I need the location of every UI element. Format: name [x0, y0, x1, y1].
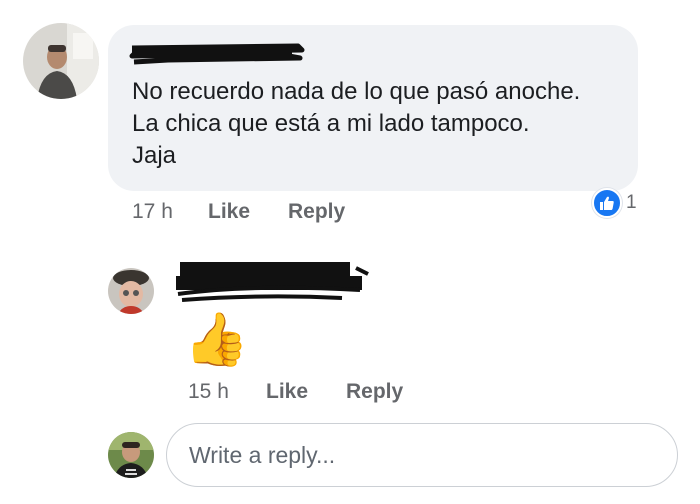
comment-line: La chica que está a mi lado tampoco.	[132, 110, 530, 137]
like-button[interactable]: Like	[266, 380, 308, 404]
comment-line: No recuerdo nada de lo que pasó anoche.	[132, 78, 581, 105]
comment-text: No recuerdo nada de lo que pasó anoche. …	[132, 76, 632, 172]
thumbs-up-emoji: 👍	[184, 311, 249, 369]
current-user-avatar	[108, 432, 154, 478]
redacted-name-scribble	[129, 43, 305, 65]
reply-button[interactable]: Reply	[288, 200, 345, 224]
reaction-count: 1	[626, 192, 637, 213]
reply-button[interactable]: Reply	[346, 380, 403, 404]
reply-timestamp[interactable]: 15 h	[188, 380, 229, 404]
redacted-name-scribble	[176, 262, 369, 302]
commenter-avatar[interactable]	[23, 23, 99, 99]
thumbs-up-icon	[592, 188, 622, 218]
reaction-summary[interactable]: 1	[592, 188, 637, 218]
comment-line: Jaja	[132, 142, 177, 169]
like-button[interactable]: Like	[208, 200, 250, 224]
comment-timestamp[interactable]: 17 h	[132, 200, 173, 224]
reply-input[interactable]	[166, 423, 678, 487]
replier-avatar[interactable]	[108, 268, 154, 314]
